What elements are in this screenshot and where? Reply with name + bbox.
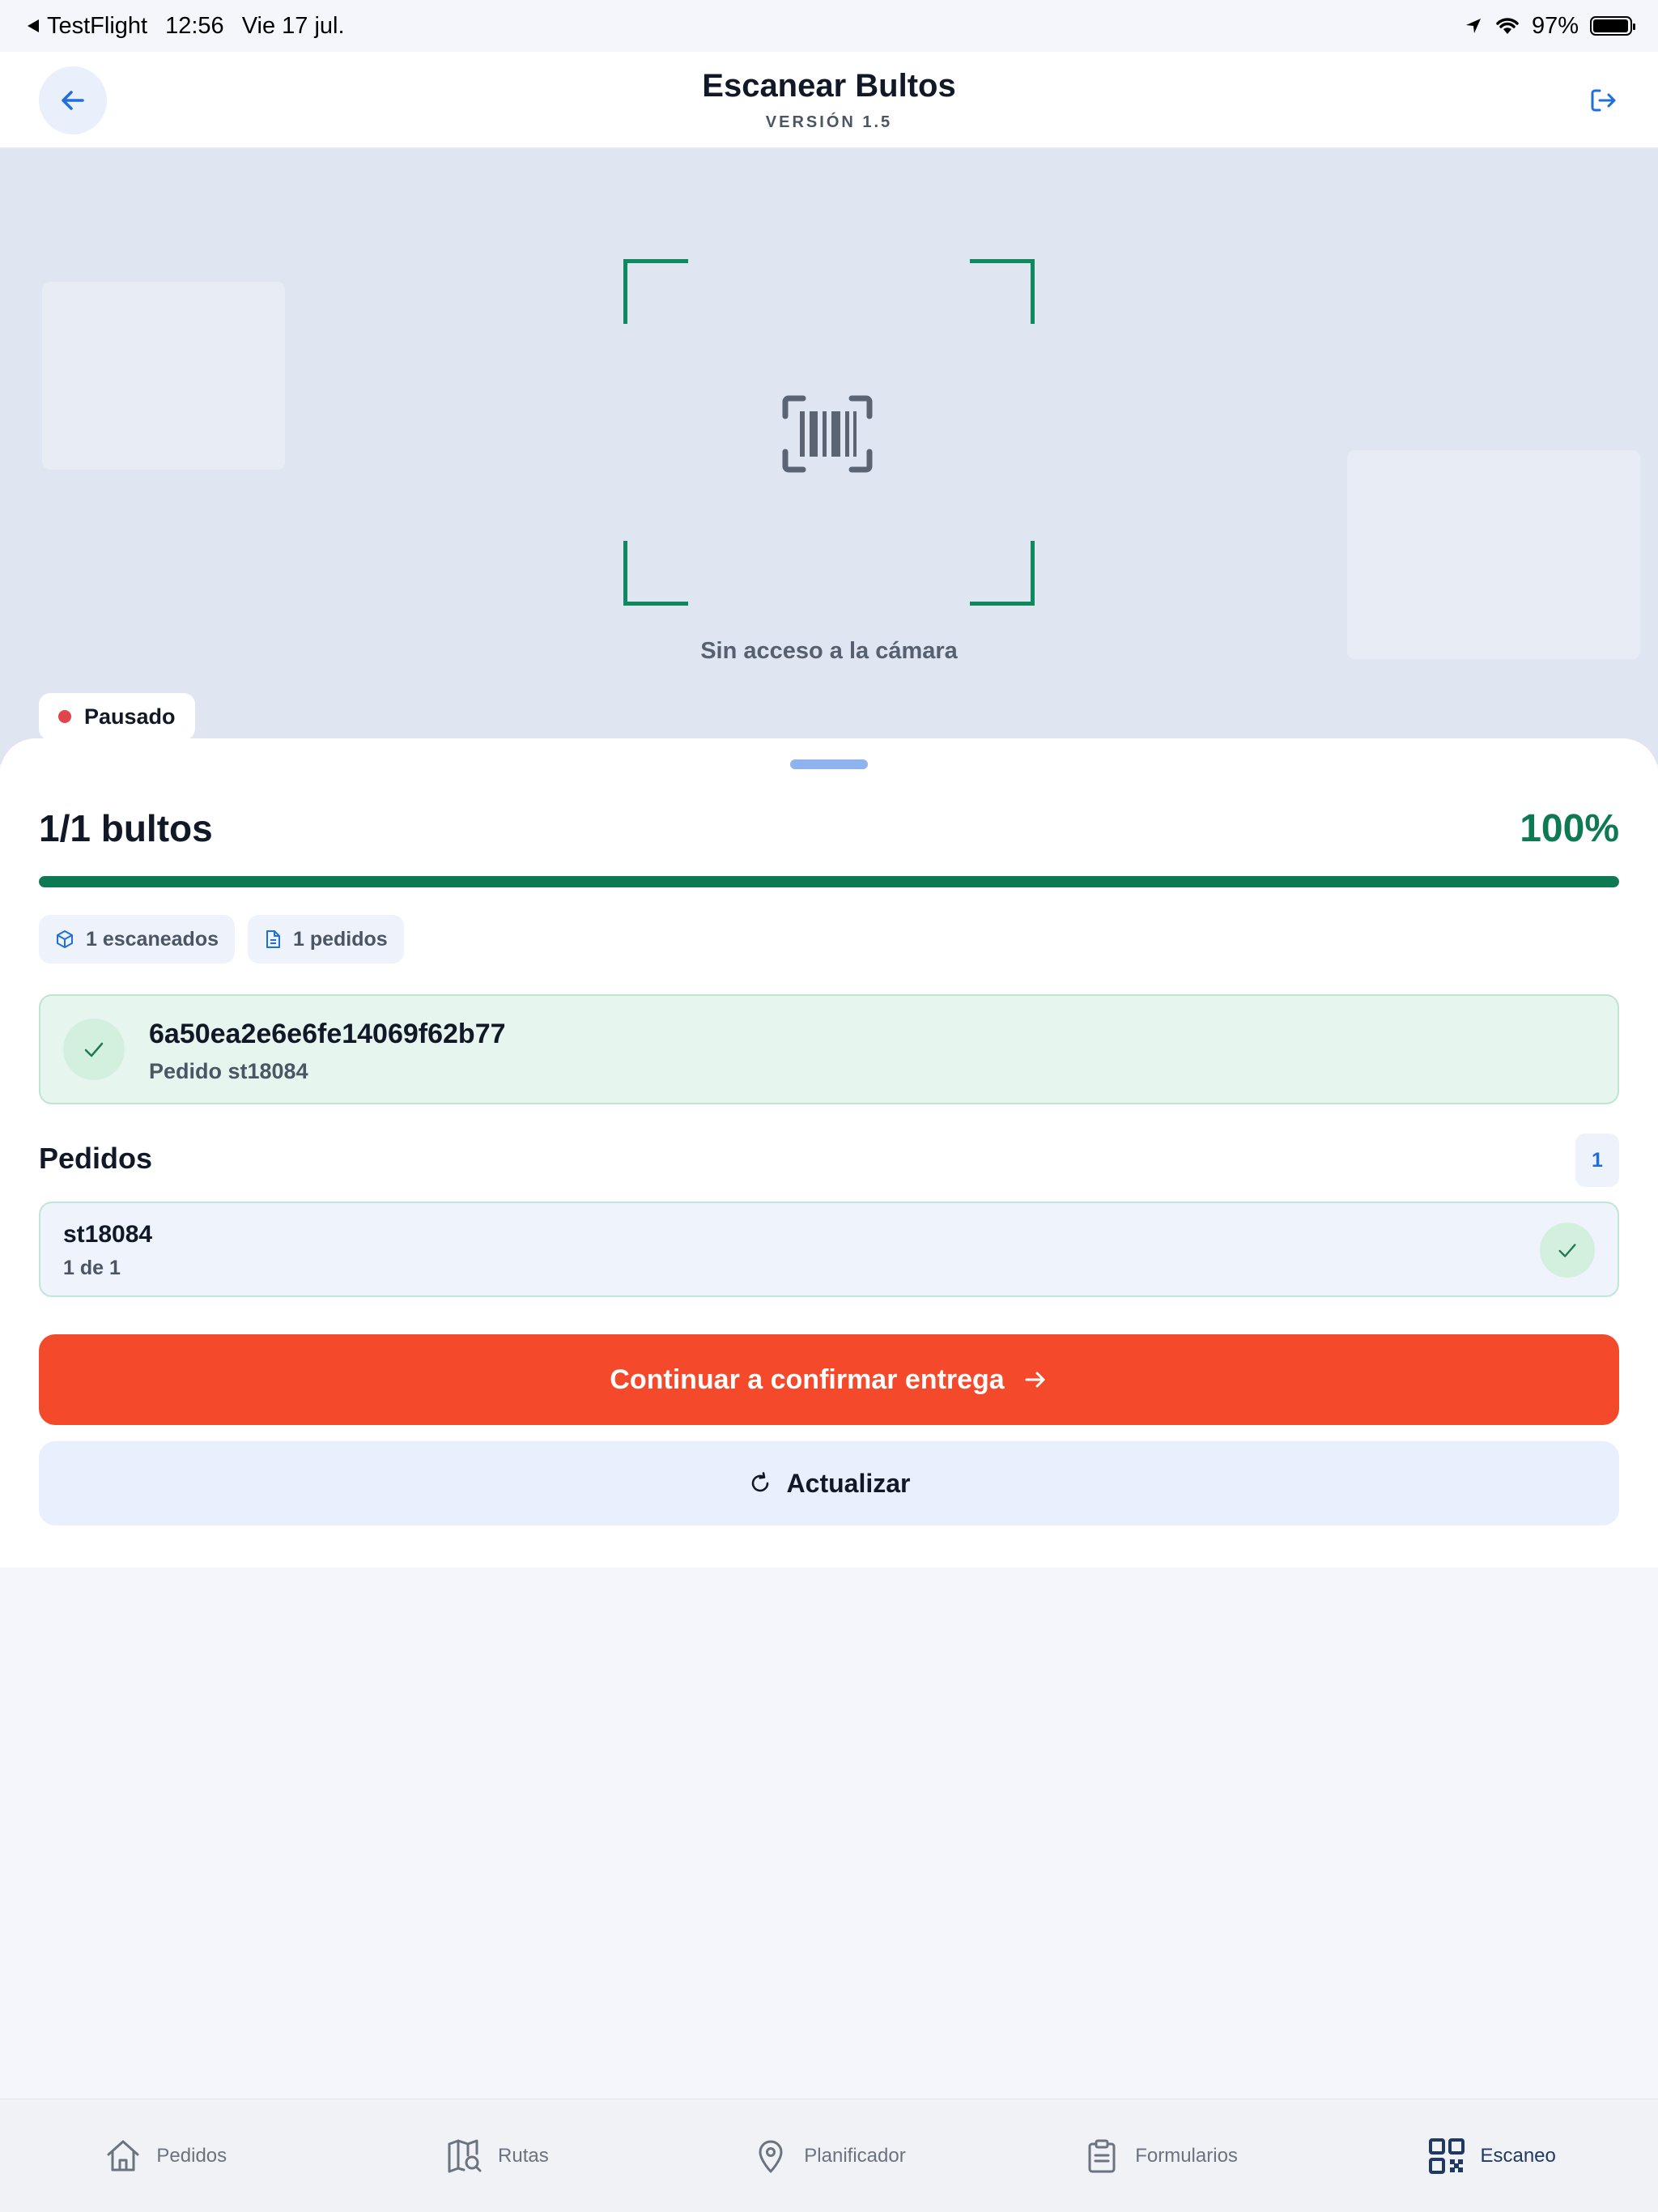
home-icon (107, 2140, 139, 2171)
logout-button[interactable] (1577, 74, 1629, 126)
tab-label: Formularios (1135, 2144, 1238, 2167)
bottom-tab-bar: Pedidos Rutas Planificador Formularios E… (0, 2099, 1658, 2212)
check-icon (84, 1042, 104, 1057)
status-date: Vie 17 jul. (241, 12, 345, 39)
check-icon (1558, 1244, 1576, 1257)
progress-bar-fill (39, 876, 1619, 887)
continue-button-label: Continuar a confirmar entrega (610, 1363, 1005, 1395)
location-pin-icon (759, 2140, 783, 2172)
tab-label: Planificador (804, 2144, 906, 2167)
scanned-chip-label: 1 escaneados (86, 927, 219, 951)
orders-chip-label: 1 pedidos (293, 927, 388, 951)
wifi-icon (1496, 18, 1519, 34)
placeholder-block (42, 282, 285, 470)
scan-frame-corner (623, 541, 688, 606)
tab-label: Escaneo (1480, 2144, 1556, 2167)
document-icon (266, 930, 280, 948)
package-count: 1/1 bultos (39, 807, 213, 849)
orders-chip: 1 pedidos (248, 915, 404, 963)
scanned-chip: 1 escaneados (39, 915, 235, 963)
scan-frame-corner (970, 541, 1035, 606)
scan-frame-corner (970, 259, 1035, 324)
box-icon (57, 930, 73, 948)
orders-section-title: Pedidos (39, 1142, 153, 1175)
tab-pedidos[interactable]: Pedidos (0, 2099, 332, 2212)
tab-planificador[interactable]: Planificador (663, 2099, 995, 2212)
qr-code-icon (1429, 2138, 1465, 2174)
order-id: st18084 (63, 1221, 153, 1248)
version-label: VERSIÓN 1.5 (765, 113, 893, 131)
tab-formularios[interactable]: Formularios (995, 2099, 1327, 2212)
app-screen: TestFlight 12:56 Vie 17 jul. 97% Escanea… (0, 0, 1658, 2212)
last-scanned-card[interactable]: 6a50ea2e6e6fe14069f62b77 Pedido st18084 (39, 994, 1619, 1104)
tab-escaneo[interactable]: Escaneo (1326, 2099, 1658, 2212)
progress-bar (39, 876, 1619, 887)
scanned-barcode-value: 6a50ea2e6e6fe14069f62b77 (149, 1019, 506, 1049)
order-list-item[interactable]: st18084 1 de 1 (39, 1202, 1619, 1297)
battery-icon (1590, 16, 1635, 36)
tab-label: Rutas (498, 2144, 549, 2167)
placeholder-block (1347, 450, 1640, 659)
status-time: 12:56 (165, 12, 224, 39)
map-search-icon (448, 2139, 482, 2172)
location-arrow-icon (1465, 19, 1481, 33)
scan-summary-sheet: 1/1 bultos 100% 1 escaneados 1 pedidos 6… (0, 738, 1658, 1568)
status-bar: TestFlight 12:56 Vie 17 jul. 97% (0, 0, 1658, 52)
battery-fill (1593, 19, 1628, 32)
camera-viewport[interactable]: Sin acceso a la cámara Pausado (0, 149, 1658, 764)
scanned-order-label: Pedido st18084 (149, 1059, 308, 1083)
refresh-button[interactable]: Actualizar (39, 1441, 1619, 1525)
check-circle-icon (1540, 1223, 1595, 1278)
refresh-button-label: Actualizar (786, 1468, 911, 1498)
back-to-app-link[interactable]: TestFlight (26, 13, 147, 40)
paused-dot-icon (58, 710, 71, 723)
progress-percent: 100% (1520, 807, 1619, 850)
arrow-right-icon (1025, 1372, 1045, 1388)
no-camera-access-message: Sin acceso a la cámara (700, 638, 958, 664)
page-title: Escanear Bultos (702, 68, 956, 104)
scanner-status-badge: Pausado (39, 693, 195, 740)
continue-to-confirm-delivery-button[interactable]: Continuar a confirmar entrega (39, 1334, 1619, 1425)
order-progress: 1 de 1 (63, 1257, 121, 1279)
orders-count-badge: 1 (1575, 1134, 1619, 1187)
logout-icon (1591, 89, 1616, 112)
back-app-name: TestFlight (47, 12, 148, 39)
clipboard-icon (1088, 2139, 1116, 2172)
summary-chips: 1 escaneados 1 pedidos (39, 915, 404, 963)
check-circle-icon (63, 1019, 125, 1080)
tab-label: Pedidos (156, 2144, 227, 2167)
back-triangle-icon (28, 19, 39, 32)
scan-frame-corner (623, 259, 688, 324)
sheet-drag-handle[interactable] (790, 759, 868, 769)
refresh-icon (751, 1472, 768, 1492)
tab-rutas[interactable]: Rutas (332, 2099, 664, 2212)
top-header: Escanear Bultos VERSIÓN 1.5 (0, 52, 1658, 149)
scanner-status-label: Pausado (84, 704, 176, 729)
battery-percent: 97% (1531, 12, 1579, 39)
barcode-scan-icon (782, 395, 873, 473)
